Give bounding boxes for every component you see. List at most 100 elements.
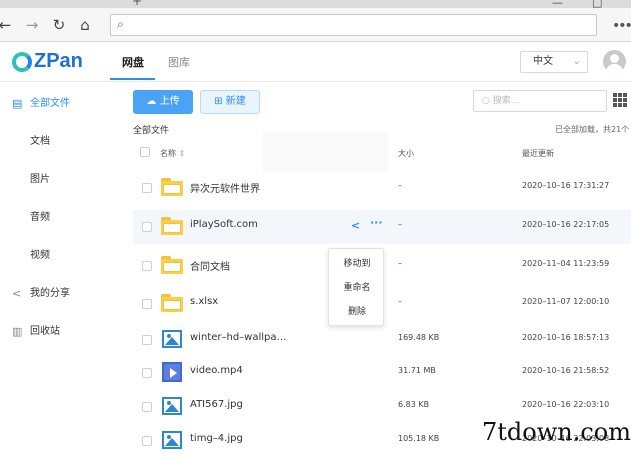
menu-item-rename[interactable]: 重命名 (329, 278, 385, 298)
home-icon[interactable]: ⌂ (76, 16, 94, 34)
folder-icon (161, 294, 183, 312)
avatar-body-icon (606, 64, 623, 73)
document-icon: ▤ (12, 97, 23, 110)
menu-item-move[interactable]: 移动到 (329, 254, 385, 274)
new-tab-button[interactable]: + (132, 0, 142, 8)
upload-label: 上传 (159, 96, 180, 107)
app-header: ZPan 网盘 图库 中文 ⌄ (0, 42, 631, 82)
file-date: 2020–11–04 11:23:59 (522, 259, 610, 268)
file-name[interactable]: winter–hd–wallpa… (190, 332, 287, 343)
table-row[interactable]: video.mp4 31.71 MB 2020–10–16 21:58:52 (133, 356, 631, 390)
search-icon: ○ (482, 96, 493, 106)
new-label: 新建 (225, 96, 246, 107)
video-file-icon (162, 362, 182, 382)
image-file-icon (162, 397, 182, 415)
sidebar-item-label: 音频 (30, 212, 50, 223)
file-size: – (398, 181, 402, 190)
sidebar-item-shares[interactable]: < 我的分享 (0, 284, 122, 304)
language-select[interactable]: 中文 ⌄ (520, 51, 588, 73)
file-date: 2020–10–16 17:31:27 (522, 181, 610, 190)
image-file-icon (162, 431, 182, 449)
trash-icon: ▥ (12, 325, 23, 338)
forward-icon[interactable]: → (23, 16, 41, 34)
context-menu: 移动到 重命名 删除 (328, 248, 384, 326)
share-icon[interactable]: < (351, 219, 360, 232)
row-checkbox[interactable] (142, 436, 152, 446)
table-row[interactable]: 异次元软件世界 – 2020–10–16 17:31:27 (133, 171, 631, 205)
table-row[interactable]: iPlaySoft.com < ··· – 2020–10–16 22:17:0… (133, 210, 631, 244)
row-checkbox[interactable] (142, 222, 152, 232)
sidebar-item-all-files[interactable]: ▤ 全部文件 (0, 94, 122, 114)
sidebar-item-trash[interactable]: ▥ 回收站 (0, 322, 122, 342)
search-input[interactable]: ○ 搜索... (473, 90, 607, 112)
active-tab-indicator (110, 78, 155, 80)
logo-mark-icon (12, 52, 32, 72)
search-icon: ⌕ (117, 17, 124, 31)
file-name[interactable]: 合同文档 (190, 258, 230, 273)
load-status: 已全部加载，共21个 (555, 125, 630, 134)
file-date: 2020–11–07 12:00:10 (522, 297, 610, 306)
new-folder-icon: ⊞ (214, 96, 226, 107)
file-name[interactable]: iPlaySoft.com (190, 219, 258, 230)
chevron-down-icon: ⌄ (572, 56, 581, 67)
file-name[interactable]: ATI567.jpg (190, 399, 243, 410)
sidebar-item-audio[interactable]: 音频 (0, 208, 122, 228)
file-size: – (398, 220, 402, 229)
sidebar-item-label: 我的分享 (30, 288, 70, 299)
file-size: 105.18 KB (398, 434, 440, 443)
file-name[interactable]: 异次元软件世界 (190, 180, 260, 195)
row-checkbox[interactable] (142, 335, 152, 345)
menu-item-delete[interactable]: 删除 (329, 302, 385, 322)
tab-gallery[interactable]: 图库 (168, 54, 190, 70)
search-placeholder: 搜索... (492, 96, 520, 106)
folder-icon (161, 217, 183, 235)
row-checkbox[interactable] (142, 299, 152, 309)
sidebar-item-label: 回收站 (30, 326, 60, 337)
file-size: 6.83 KB (398, 400, 430, 409)
column-updated: 最近更新 (522, 149, 554, 158)
tab-netdisk[interactable]: 网盘 (122, 54, 144, 70)
refresh-icon[interactable]: ↻ (50, 16, 68, 34)
avatar[interactable] (603, 50, 626, 73)
column-name[interactable]: 名称 ⇕ (160, 148, 185, 159)
blurred-region (262, 132, 388, 172)
image-file-icon (162, 330, 182, 348)
sidebar-item-video[interactable]: 视频 (0, 246, 122, 266)
sort-icon: ⇕ (178, 149, 186, 158)
browser-toolbar: ← → ↻ ⌂ ⌕ ••• (0, 8, 631, 42)
row-checkbox[interactable] (142, 402, 152, 412)
upload-icon: ☁ (146, 96, 160, 107)
sidebar-item-documents[interactable]: 文档 (0, 132, 122, 152)
back-icon[interactable]: ← (0, 16, 14, 34)
logo-text: ZPan (34, 50, 83, 72)
file-size: 169.48 KB (398, 333, 440, 342)
file-date: 2020–10–16 22:03:10 (522, 400, 610, 409)
file-name[interactable]: timg–4.jpg (190, 433, 243, 444)
address-bar[interactable]: ⌕ (110, 14, 597, 36)
row-checkbox[interactable] (142, 183, 152, 193)
folder-icon (161, 256, 183, 274)
more-icon[interactable]: ··· (370, 216, 383, 229)
sidebar-item-label: 文档 (30, 136, 50, 147)
new-button[interactable]: ⊞ 新建 (200, 90, 260, 114)
row-checkbox[interactable] (142, 261, 152, 271)
breadcrumb[interactable]: 全部文件 (133, 123, 169, 136)
row-checkbox[interactable] (142, 368, 152, 378)
file-name[interactable]: s.xlsx (190, 296, 218, 307)
sidebar-item-label: 全部文件 (30, 98, 70, 109)
file-size: – (398, 259, 402, 268)
browser-menu-icon[interactable]: ••• (612, 18, 631, 34)
select-all-checkbox[interactable] (140, 147, 150, 157)
table-row[interactable]: winter–hd–wallpa… 169.48 KB 2020–10–16 1… (133, 323, 631, 357)
share-icon: < (12, 287, 22, 300)
browser-tabstrip: + — □ (0, 0, 631, 9)
upload-button[interactable]: ☁ 上传 (133, 90, 193, 114)
file-date: 2020–10–16 21:58:52 (522, 366, 610, 375)
sidebar-item-images[interactable]: 图片 (0, 170, 122, 190)
sidebar-item-label: 图片 (30, 174, 50, 185)
grid-view-icon[interactable] (613, 93, 627, 107)
avatar-head-icon (610, 54, 619, 63)
sidebar: ▤ 全部文件 文档 图片 音频 视频 < 我的分享 ▥ 回收站 (0, 82, 122, 450)
file-date: 2020–10–16 22:17:05 (522, 220, 610, 229)
file-name[interactable]: video.mp4 (190, 365, 243, 376)
